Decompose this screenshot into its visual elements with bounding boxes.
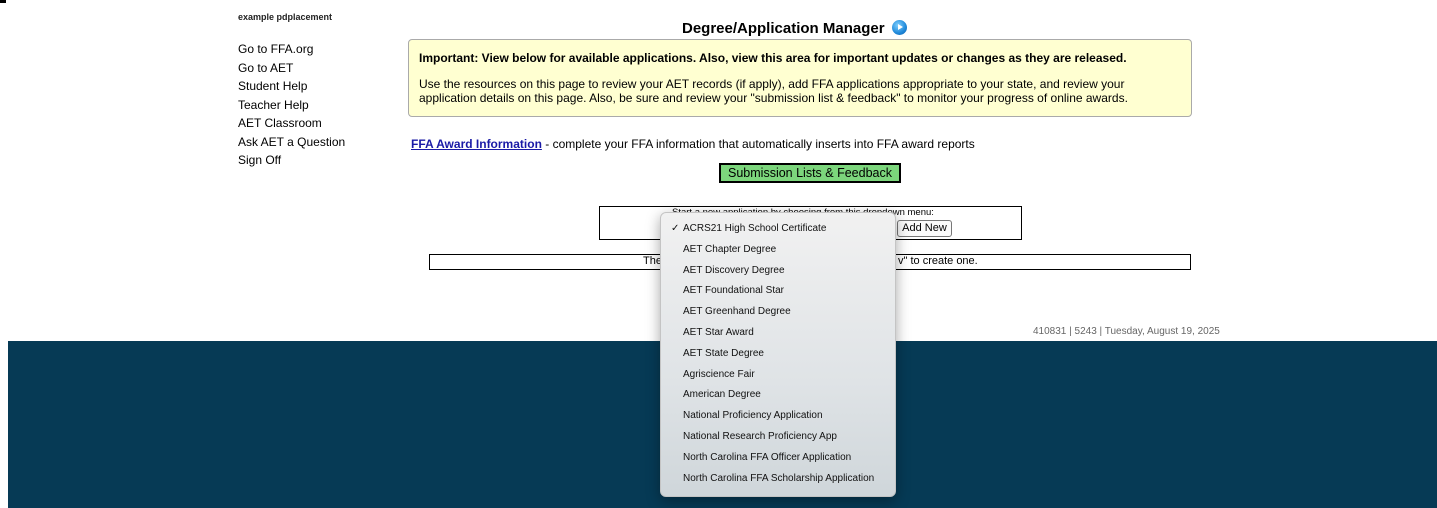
dropdown-option[interactable]: AET State Degree — [661, 344, 895, 365]
add-new-button[interactable]: Add New — [897, 220, 952, 237]
dropdown-option[interactable]: National Research Proficiency App — [661, 427, 895, 448]
top-edge-mark — [0, 0, 6, 3]
application-dropdown-menu[interactable]: ✓ ACRS21 High School Certificate AET Chap… — [660, 212, 896, 497]
nav-item-teacher-help[interactable]: Teacher Help — [238, 96, 345, 115]
page-title: Degree/Application Manager — [682, 20, 907, 37]
dropdown-option[interactable]: AET Discovery Degree — [661, 261, 895, 282]
ffa-award-line: FFA Award Information - complete your FF… — [411, 137, 975, 151]
nav-item-student-help[interactable]: Student Help — [238, 77, 345, 96]
dropdown-option[interactable]: North Carolina FFA Officer Application — [661, 448, 895, 469]
dropdown-options: ✓ ACRS21 High School Certificate AET Chap… — [661, 213, 895, 489]
nav-item-aet-classroom[interactable]: AET Classroom — [238, 114, 345, 133]
left-nav: Go to FFA.org Go to AET Student Help Tea… — [238, 40, 345, 170]
nav-item-ffa-org[interactable]: Go to FFA.org — [238, 40, 345, 59]
nav-item-aet[interactable]: Go to AET — [238, 59, 345, 78]
page-title-text: Degree/Application Manager — [682, 20, 885, 37]
dropdown-option[interactable]: American Degree — [661, 385, 895, 406]
nav-item-ask-aet[interactable]: Ask AET a Question — [238, 133, 345, 152]
play-info-icon[interactable] — [891, 20, 907, 35]
ffa-award-description: - complete your FFA information that aut… — [541, 137, 975, 151]
notice-title: Important: View below for available appl… — [419, 51, 1127, 65]
dropdown-option[interactable]: National Proficiency Application — [661, 406, 895, 427]
dropdown-option[interactable]: Agriscience Fair — [661, 365, 895, 386]
important-notice: Important: View below for available appl… — [408, 39, 1192, 117]
checkmark-icon: ✓ — [671, 223, 680, 234]
dropdown-option[interactable]: ✓ ACRS21 High School Certificate — [661, 219, 895, 240]
dropdown-option[interactable]: AET Chapter Degree — [661, 240, 895, 261]
status-stamp: 410831 | 5243 | Tuesday, August 19, 2025 — [1033, 326, 1220, 337]
ffa-award-link[interactable]: FFA Award Information — [411, 137, 542, 151]
dropdown-option[interactable]: North Carolina FFA Scholarship Applicati… — [661, 469, 895, 490]
user-label: example pdplacement — [238, 12, 333, 22]
dropdown-option[interactable]: AET Foundational Star — [661, 281, 895, 302]
dropdown-option[interactable]: AET Greenhand Degree — [661, 302, 895, 323]
submission-lists-button[interactable]: Submission Lists & Feedback — [719, 163, 901, 183]
no-applications-text-right: v" to create one. — [898, 255, 978, 267]
nav-item-sign-off[interactable]: Sign Off — [238, 151, 345, 170]
notice-body: Use the resources on this page to review… — [419, 77, 1128, 105]
dropdown-option[interactable]: AET Star Award — [661, 323, 895, 344]
